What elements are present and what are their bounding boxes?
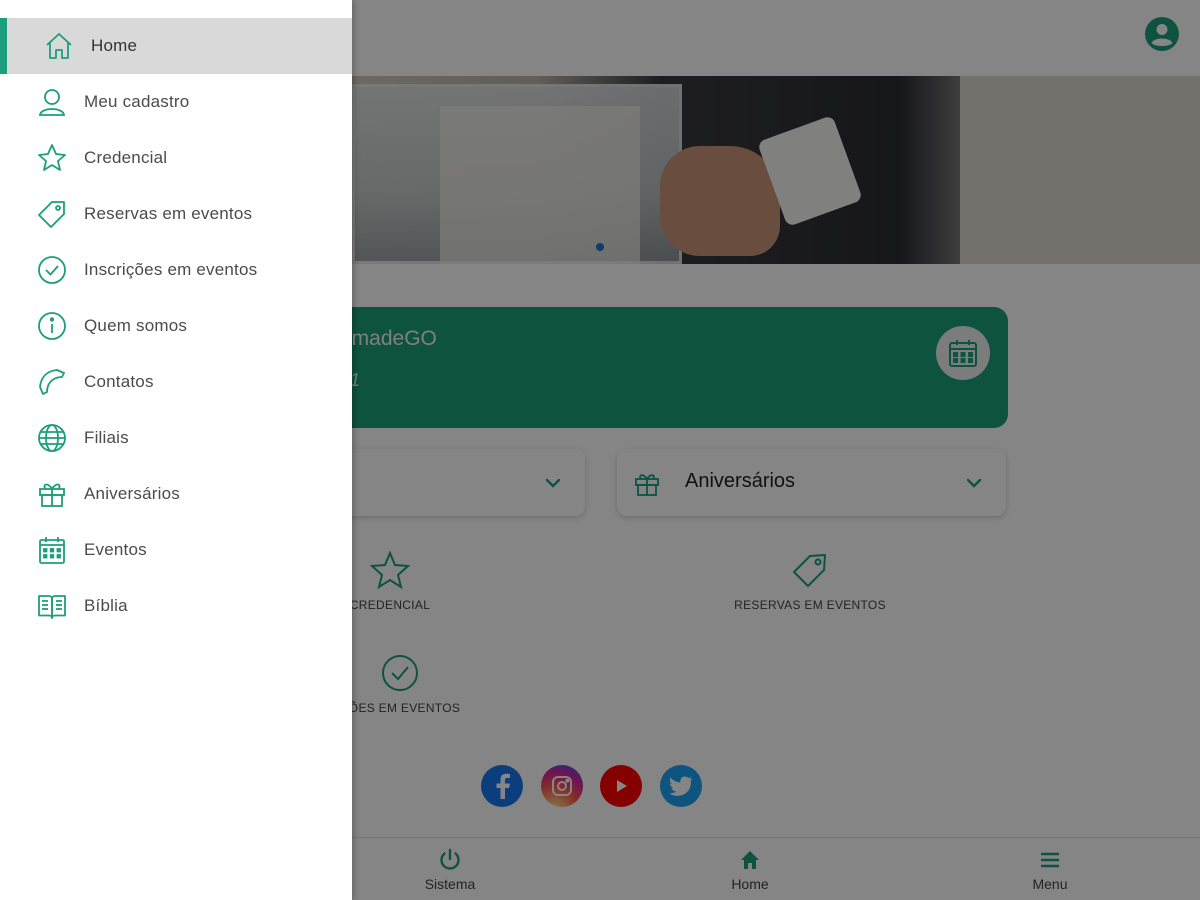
phone-icon [39,369,65,395]
drawer-item-label: Home [91,36,138,55]
drawer-item-label: Reservas em eventos [84,204,253,223]
drawer-item-home[interactable]: Home [0,18,352,74]
drawer-item-filiais[interactable]: Filiais [0,410,352,466]
user-icon [38,89,66,116]
globe-icon [38,424,66,452]
drawer-item-eventos[interactable]: Eventos [0,522,352,578]
drawer-item-label: Meu cadastro [84,92,190,111]
drawer-item-label: Bíblia [84,596,128,615]
info-icon [38,312,66,340]
drawer-item-meu-cadastro[interactable]: Meu cadastro [0,74,352,130]
drawer-item-reservas[interactable]: Reservas em eventos [0,186,352,242]
drawer-item-inscricoes[interactable]: Inscrições em eventos [0,242,352,298]
home-icon [46,33,72,59]
drawer-item-label: Eventos [84,540,147,559]
drawer-item-label: Inscrições em eventos [84,260,258,279]
drawer-item-label: Filiais [84,428,129,447]
drawer-item-contatos[interactable]: Contatos [0,354,352,410]
check-circle-icon [38,256,66,284]
book-icon [38,595,66,619]
drawer-item-biblia[interactable]: Bíblia [0,578,352,634]
calendar-icon [39,537,65,564]
navigation-drawer: Home Meu cadastro Credencial Reservas em… [0,0,352,900]
drawer-item-credencial[interactable]: Credencial [0,130,352,186]
star-icon [38,144,66,171]
drawer-item-label: Aniversários [84,484,180,503]
drawer-item-quem-somos[interactable]: Quem somos [0,298,352,354]
tag-icon [38,201,65,228]
drawer-item-label: Quem somos [84,316,188,335]
drawer-item-aniversarios[interactable]: Aniversários [0,466,352,522]
drawer-item-label: Contatos [84,372,154,391]
drawer-item-label: Credencial [84,148,168,167]
gift-icon [39,483,65,507]
